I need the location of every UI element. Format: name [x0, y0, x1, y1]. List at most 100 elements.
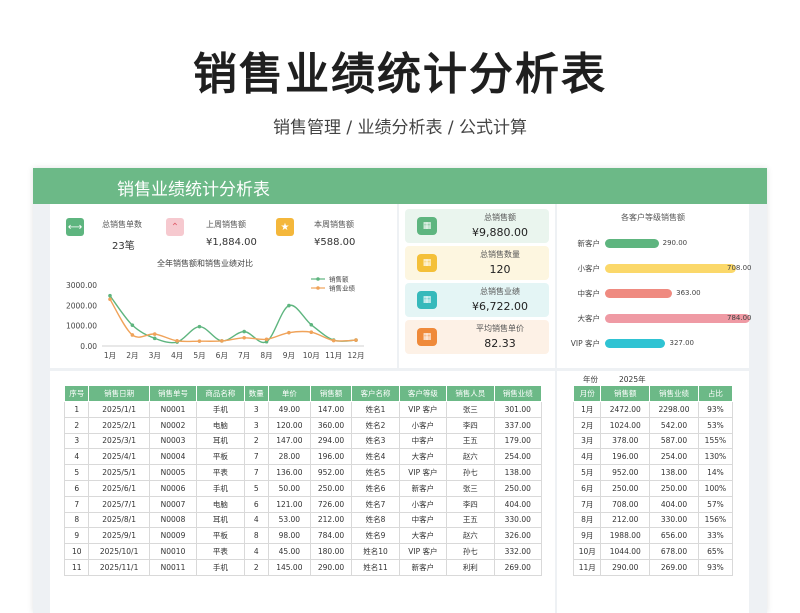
table-cell[interactable]: 2025/5/1	[88, 464, 150, 481]
table-cell[interactable]: 李四	[446, 416, 495, 434]
table-cell[interactable]: 平表	[196, 543, 245, 560]
table-cell[interactable]: N0002	[148, 416, 198, 434]
column-header[interactable]: 销售人员	[446, 385, 495, 402]
table-cell[interactable]: 平板	[196, 527, 245, 545]
table-cell[interactable]: 姓名11	[351, 558, 400, 576]
bar[interactable]	[605, 264, 736, 273]
table-cell[interactable]: 196.00	[309, 448, 353, 466]
table-cell[interactable]: 耳机	[196, 432, 245, 450]
table-cell[interactable]: 147.00	[309, 401, 353, 418]
column-header[interactable]: 销售额	[309, 385, 353, 402]
table-cell[interactable]: 张三	[446, 401, 495, 418]
data-point[interactable]	[242, 329, 246, 334]
column-header[interactable]: 销售业绩	[649, 385, 699, 402]
table-cell[interactable]: 姓名9	[351, 527, 400, 545]
table-cell[interactable]: 93%	[697, 401, 734, 418]
table-cell[interactable]: VIP 客户	[398, 543, 448, 560]
table-cell[interactable]: 294.00	[309, 432, 353, 450]
table-cell[interactable]: 14%	[697, 464, 734, 481]
table-cell[interactable]: 784.00	[309, 527, 353, 545]
table-cell[interactable]: 404.00	[649, 495, 699, 513]
table-cell[interactable]: 7	[63, 495, 90, 513]
table-cell[interactable]: 耳机	[196, 511, 245, 529]
table-cell[interactable]: 7	[243, 448, 270, 466]
table-cell[interactable]: 656.00	[649, 527, 699, 545]
table-cell[interactable]: 542.00	[649, 416, 699, 434]
table-cell[interactable]: N0011	[148, 558, 198, 576]
table-cell[interactable]: N0006	[148, 479, 198, 497]
table-cell[interactable]: 新客户	[398, 479, 448, 497]
data-point[interactable]	[108, 297, 112, 302]
table-cell[interactable]: 678.00	[649, 543, 699, 560]
table-cell[interactable]: 378.00	[600, 432, 651, 450]
table-cell[interactable]: VIP 客户	[398, 464, 448, 481]
table-cell[interactable]: 姓名10	[351, 543, 400, 560]
table-cell[interactable]: 7月	[572, 495, 602, 513]
table-cell[interactable]: 33%	[697, 527, 734, 545]
table-cell[interactable]: 小客户	[398, 416, 448, 434]
table-cell[interactable]: 65%	[697, 543, 734, 560]
data-point[interactable]	[175, 339, 179, 343]
table-cell[interactable]: 平表	[196, 464, 245, 481]
table-cell[interactable]: 9月	[572, 527, 602, 545]
table-cell[interactable]: 155%	[697, 432, 734, 450]
table-cell[interactable]: 726.00	[309, 495, 353, 513]
table-cell[interactable]: 3	[243, 401, 270, 418]
table-cell[interactable]: 1月	[572, 401, 602, 418]
data-point[interactable]	[220, 339, 224, 343]
table-cell[interactable]: 电脑	[196, 416, 245, 434]
table-cell[interactable]: 3	[63, 432, 90, 450]
table-cell[interactable]: 5月	[572, 464, 602, 481]
table-cell[interactable]: 孙七	[446, 464, 495, 481]
table-cell[interactable]: 3月	[572, 432, 602, 450]
data-point[interactable]	[331, 338, 336, 343]
table-cell[interactable]: 赵六	[446, 527, 495, 545]
data-point[interactable]	[354, 338, 358, 342]
table-cell[interactable]: 2025/3/1	[88, 432, 150, 450]
column-header[interactable]: 销售日期	[88, 385, 150, 402]
table-cell[interactable]: 269.00	[493, 558, 543, 576]
column-header[interactable]: 序号	[63, 385, 90, 402]
table-cell[interactable]: 姓名1	[351, 401, 400, 418]
data-point[interactable]	[152, 336, 157, 341]
column-header[interactable]: 月份	[572, 385, 602, 402]
table-cell[interactable]: 2025/6/1	[88, 479, 150, 497]
table-cell[interactable]: 小客户	[398, 495, 448, 513]
table-cell[interactable]: 2472.00	[600, 401, 651, 418]
table-cell[interactable]: 136.00	[268, 464, 311, 481]
year-value[interactable]: 2025年	[619, 374, 646, 385]
table-cell[interactable]: 45.00	[268, 543, 311, 560]
table-cell[interactable]: 250.00	[493, 479, 543, 497]
table-cell[interactable]: 赵六	[446, 448, 495, 466]
table-cell[interactable]: 179.00	[493, 432, 543, 450]
table-cell[interactable]: 王五	[446, 511, 495, 529]
table-cell[interactable]: 1988.00	[600, 527, 651, 545]
table-cell[interactable]: 290.00	[309, 558, 353, 576]
table-cell[interactable]: 2025/8/1	[88, 511, 150, 529]
table-cell[interactable]: 326.00	[493, 527, 543, 545]
data-point[interactable]	[152, 332, 157, 336]
table-cell[interactable]: 196.00	[600, 448, 651, 466]
table-cell[interactable]: 2025/9/1	[88, 527, 150, 545]
column-header[interactable]: 销售业绩	[493, 385, 543, 402]
table-cell[interactable]: 王五	[446, 432, 495, 450]
table-cell[interactable]: 7	[243, 464, 270, 481]
table-cell[interactable]: 1044.00	[600, 543, 651, 560]
table-cell[interactable]: 4	[243, 543, 270, 560]
table-cell[interactable]: 2	[63, 416, 90, 434]
table-cell[interactable]: 10月	[572, 543, 602, 560]
table-cell[interactable]: 大客户	[398, 527, 448, 545]
table-cell[interactable]: 2025/4/1	[88, 448, 150, 466]
table-cell[interactable]: 587.00	[649, 432, 699, 450]
table-cell[interactable]: 手机	[196, 401, 245, 418]
table-cell[interactable]: N0007	[148, 495, 198, 513]
table-cell[interactable]: 6	[243, 495, 270, 513]
table-cell[interactable]: 手机	[196, 558, 245, 576]
data-point[interactable]	[130, 323, 135, 327]
table-cell[interactable]: 姓名7	[351, 495, 400, 513]
table-cell[interactable]: 212.00	[309, 511, 353, 529]
table-cell[interactable]: 952.00	[600, 464, 651, 481]
table-cell[interactable]: 姓名3	[351, 432, 400, 450]
data-point[interactable]	[130, 333, 135, 337]
table-cell[interactable]: 姓名8	[351, 511, 400, 529]
